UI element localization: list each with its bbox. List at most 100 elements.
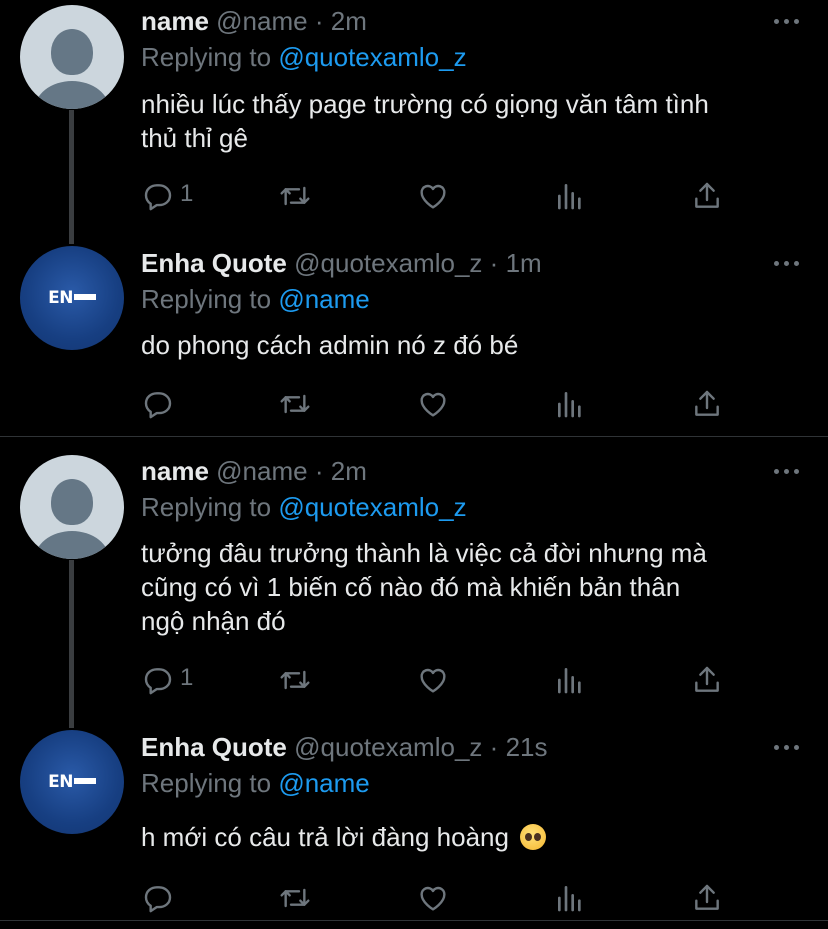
more-icon xyxy=(774,745,779,750)
tweet-text-line: do phong cách admin nó z đó bé xyxy=(141,330,519,360)
display-name[interactable]: Enha Quote xyxy=(141,732,287,762)
reply-icon xyxy=(144,886,172,913)
more-options-button[interactable] xyxy=(772,742,802,752)
tweet-actions: 1 xyxy=(0,660,828,700)
replying-to: Replying to @name xyxy=(141,283,370,315)
analytics-icon xyxy=(558,886,581,912)
enha-logo: EN xyxy=(20,772,124,792)
avatar-logo-text: EN xyxy=(48,772,73,792)
avatar[interactable]: EN xyxy=(20,730,124,834)
tweet-actions: 1 xyxy=(0,176,828,216)
tweet-actions xyxy=(0,384,828,424)
share-icon xyxy=(695,884,719,910)
display-name[interactable]: name xyxy=(141,456,209,486)
mention-link[interactable]: @quotexamlo_z xyxy=(278,492,466,522)
separator-dot: · xyxy=(314,456,324,486)
timestamp[interactable]: 2m xyxy=(331,456,367,486)
mention-link[interactable]: @name xyxy=(278,768,369,798)
more-options-button[interactable] xyxy=(772,258,802,268)
heart-icon xyxy=(420,886,446,911)
mention-link[interactable]: @quotexamlo_z xyxy=(278,42,466,72)
reply-count: 1 xyxy=(180,180,194,207)
retweet-icon xyxy=(280,670,310,690)
avatar-logo-text: EN xyxy=(48,288,73,308)
tweet-actions xyxy=(0,878,828,918)
more-icon xyxy=(794,261,799,266)
tweet-text-line: ngộ nhận đó xyxy=(141,606,286,636)
replying-to-label: Replying to xyxy=(141,492,272,522)
pleading-face-emoji xyxy=(520,824,547,850)
separator-dot: · xyxy=(489,732,499,762)
replying-to: Replying to @name xyxy=(141,767,370,799)
avatar[interactable] xyxy=(20,5,124,109)
tweet-text: do phong cách admin nó z đó bé xyxy=(141,328,811,362)
heart-icon xyxy=(420,184,446,209)
analytics-icon xyxy=(558,392,581,418)
tweet-header: Enha Quote @quotexamlo_z · 21s xyxy=(141,731,547,763)
share-icon xyxy=(695,182,719,208)
more-icon xyxy=(784,745,789,750)
more-icon xyxy=(774,19,779,24)
enha-logo: EN xyxy=(20,288,124,308)
tweet-text: h mới có câu trả lời đàng hoàng xyxy=(141,820,811,854)
tweet-text: tưởng đâu trưởng thành là việc cả đời nh… xyxy=(141,536,811,638)
reply-icon xyxy=(144,184,172,211)
user-handle[interactable]: @name xyxy=(216,456,307,486)
thread-divider xyxy=(0,920,828,921)
default-avatar-body xyxy=(34,531,110,559)
display-name[interactable]: name xyxy=(141,6,209,36)
more-icon xyxy=(784,469,789,474)
more-options-button[interactable] xyxy=(772,466,802,476)
avatar[interactable] xyxy=(20,455,124,559)
tweet-text-line: nhiều lúc thấy page trường có giọng văn … xyxy=(141,89,709,119)
reply-count: 1 xyxy=(180,664,194,691)
retweet-icon xyxy=(280,888,310,908)
user-handle[interactable]: @quotexamlo_z xyxy=(294,248,482,278)
timestamp[interactable]: 21s xyxy=(506,732,548,762)
replying-to-label: Replying to xyxy=(141,284,272,314)
tweet-text-content: h mới có câu trả lời đàng hoàng xyxy=(141,822,509,852)
user-handle[interactable]: @quotexamlo_z xyxy=(294,732,482,762)
more-icon xyxy=(774,261,779,266)
tweet-header: name @name · 2m xyxy=(141,5,367,37)
tweet-text: nhiều lúc thấy page trường có giọng văn … xyxy=(141,87,811,155)
retweet-icon xyxy=(280,394,310,414)
user-handle[interactable]: @name xyxy=(216,6,307,36)
analytics-icon xyxy=(558,668,581,694)
tweet[interactable]: EN Enha Quote @quotexamlo_z · 1m Replyin… xyxy=(0,242,828,436)
default-avatar-head xyxy=(51,479,93,525)
separator-dot: · xyxy=(489,248,499,278)
more-icon xyxy=(794,19,799,24)
tweet[interactable]: name @name · 2m Replying to @quotexamlo_… xyxy=(0,450,828,720)
avatar[interactable]: EN xyxy=(20,246,124,350)
thread-divider xyxy=(0,436,828,437)
replying-to-label: Replying to xyxy=(141,768,272,798)
display-name[interactable]: Enha Quote xyxy=(141,248,287,278)
more-icon xyxy=(774,469,779,474)
heart-icon xyxy=(420,392,446,417)
logo-bar xyxy=(73,777,96,784)
reply-icon xyxy=(144,668,172,695)
tweet-text-line: tưởng đâu trưởng thành là việc cả đời nh… xyxy=(141,538,707,568)
analytics-icon xyxy=(558,184,581,210)
more-icon xyxy=(784,19,789,24)
tweet-header: name @name · 2m xyxy=(141,455,367,487)
more-icon xyxy=(794,745,799,750)
default-avatar-body xyxy=(34,81,110,109)
tweet[interactable]: EN Enha Quote @quotexamlo_z · 21s Replyi… xyxy=(0,726,828,929)
timestamp[interactable]: 1m xyxy=(506,248,542,278)
more-icon xyxy=(784,261,789,266)
tweet[interactable]: name @name · 2m Replying to @quotexamlo_… xyxy=(0,0,828,220)
reply-icon xyxy=(144,392,172,419)
tweet-text-line: h mới có câu trả lời đàng hoàng xyxy=(141,820,811,854)
retweet-icon xyxy=(280,186,310,206)
logo-bar xyxy=(73,293,96,300)
tweet-text-line: thủ thỉ gê xyxy=(141,123,248,153)
default-avatar-head xyxy=(51,29,93,75)
timestamp[interactable]: 2m xyxy=(331,6,367,36)
tweet-header: Enha Quote @quotexamlo_z · 1m xyxy=(141,247,542,279)
mention-link[interactable]: @name xyxy=(278,284,369,314)
replying-to-label: Replying to xyxy=(141,42,272,72)
more-icon xyxy=(794,469,799,474)
more-options-button[interactable] xyxy=(772,16,802,26)
